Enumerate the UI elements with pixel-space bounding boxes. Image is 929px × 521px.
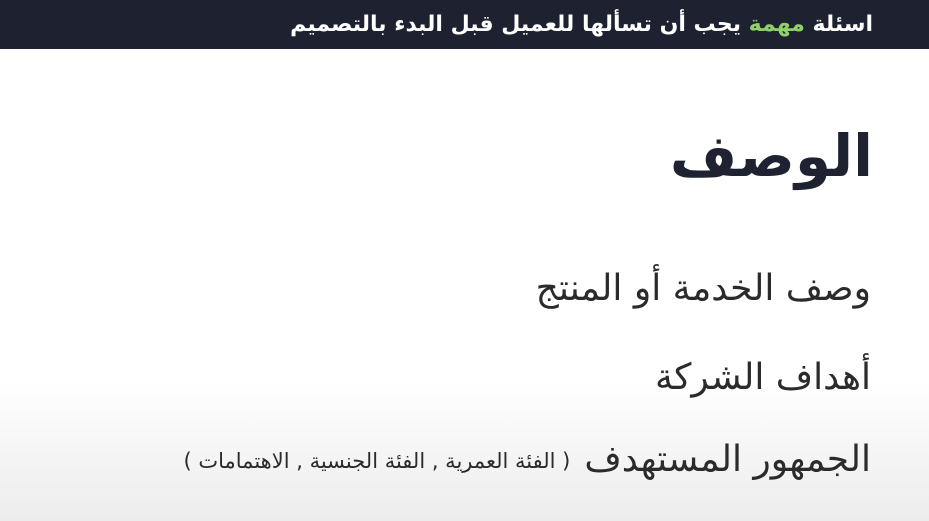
header-title: اسئلة مهمة يجب أن تسألها للعميل قبل البد… xyxy=(290,11,873,37)
header-title-prefix: اسئلة xyxy=(804,11,873,37)
item-company-goals: أهداف الشركة xyxy=(655,360,871,396)
item-service-description: وصف الخدمة أو المنتج xyxy=(536,271,871,307)
item-note: ( الفئة العمرية , الفئة الجنسية , الاهتم… xyxy=(183,448,571,473)
item-label: أهداف الشركة xyxy=(654,357,871,398)
header-title-suffix: يجب أن تسألها للعميل قبل البدء بالتصميم xyxy=(290,11,749,37)
header-bar: اسئلة مهمة يجب أن تسألها للعميل قبل البد… xyxy=(0,0,929,49)
item-label: وصف الخدمة أو المنتج xyxy=(535,268,871,309)
section-heading: الوصف xyxy=(669,122,873,190)
item-label: الجمهور المستهدف xyxy=(584,439,871,480)
item-target-audience: الجمهور المستهدف ( الفئة العمرية , الفئة … xyxy=(184,442,872,478)
header-title-accent: مهمة xyxy=(748,11,805,37)
slide-content: الوصف وصف الخدمة أو المنتج أهداف الشركة … xyxy=(0,49,929,521)
